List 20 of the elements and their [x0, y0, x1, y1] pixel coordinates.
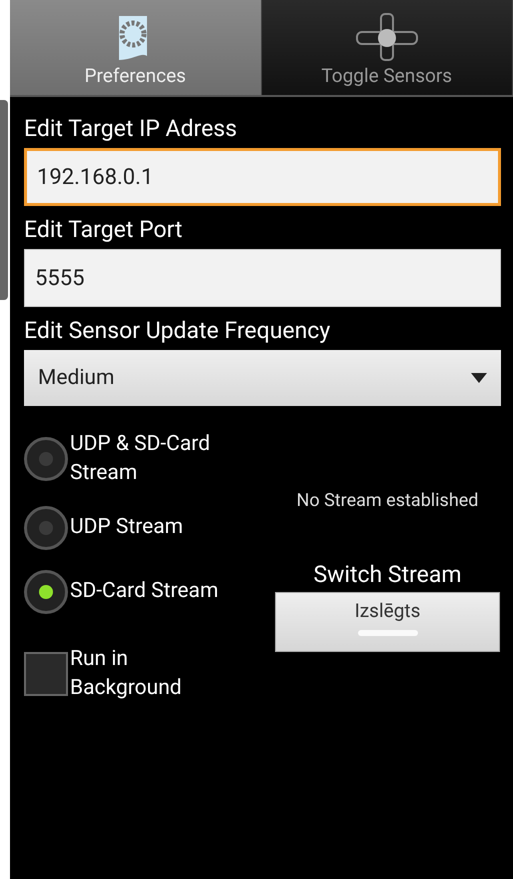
dropdown-arrow-icon: [471, 373, 487, 383]
tab[interactable]: Toggle Sensors: [262, 0, 513, 95]
field-label: Edit Target Port: [24, 216, 184, 243]
switch-label: Switch Stream: [313, 561, 462, 588]
frequency-dropdown[interactable]: Medium: [24, 350, 501, 406]
radio-option[interactable]: SD-Card Stream: [24, 566, 274, 617]
tab[interactable]: Preferences: [10, 0, 262, 95]
checkbox-option[interactable]: Run in Background: [24, 644, 274, 704]
input-field[interactable]: 192.168.0.1: [24, 148, 501, 206]
toggle-button[interactable]: Izslēgts: [275, 592, 500, 652]
checkbox[interactable]: [24, 652, 68, 696]
input-field[interactable]: 5555: [24, 249, 501, 307]
field-label: Edit Sensor Update Frequency: [24, 317, 332, 344]
radio-button[interactable]: [24, 506, 68, 550]
radio-button[interactable]: [24, 570, 68, 614]
field-label: Edit Target IP Adress: [24, 115, 238, 142]
stream-status: No Stream established: [296, 490, 478, 511]
radio-option[interactable]: UDP Stream: [24, 502, 274, 553]
radio-option[interactable]: UDP & SD-Card Stream: [24, 430, 274, 489]
radio-button[interactable]: [24, 437, 68, 482]
